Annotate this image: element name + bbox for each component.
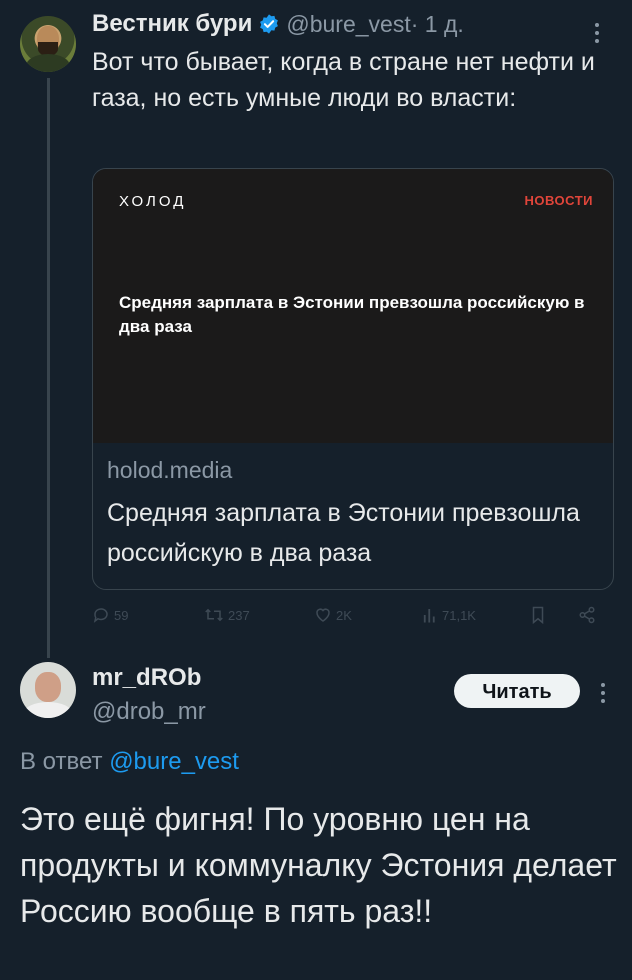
avatar-shirt	[24, 702, 72, 718]
retweet-icon	[205, 608, 223, 622]
tweet-header: Вестник бури @bure_vest · 1 д.	[92, 8, 464, 40]
views-action[interactable]: 71,1K	[422, 606, 476, 624]
card-image[interactable]: ХОЛОД НОВОСТИ Средняя зарплата в Эстонии…	[93, 169, 613, 443]
avatar-face	[35, 672, 61, 702]
card-domain: holod.media	[107, 457, 233, 483]
author-name[interactable]: Вестник бури	[92, 10, 252, 38]
retweet-action[interactable]: 237	[204, 606, 250, 624]
author-name[interactable]: mr_dROb	[92, 664, 201, 692]
card-title: Средняя зарплата в Эстонии превзошла рос…	[107, 499, 580, 567]
share-action[interactable]	[578, 606, 600, 624]
tweet-thread: Вестник бури @bure_vest · 1 д. Вот что б…	[0, 0, 632, 980]
tweet-time[interactable]: · 1 д.	[411, 11, 464, 38]
views-count: 71,1K	[442, 607, 476, 623]
thread-line	[47, 78, 50, 658]
avatar-body	[26, 54, 70, 72]
reply-action[interactable]: 59	[92, 606, 128, 624]
reply-icon	[93, 608, 108, 623]
reply-text: Это ещё фигня! По уровню цен на продукты…	[20, 801, 617, 929]
reply-context: В ответ @bure_vest	[20, 748, 239, 776]
author-handle[interactable]: @drob_mr	[92, 698, 206, 726]
card-image-headline: Средняя зарплата в Эстонии превзошла рос…	[119, 293, 585, 336]
more-options-icon[interactable]	[594, 22, 600, 44]
tweet-actions: 59 237 2K 71,1K	[92, 606, 612, 632]
bookmark-action[interactable]	[530, 606, 550, 624]
like-action[interactable]: 2K	[314, 606, 352, 624]
author-handle[interactable]: @bure_vest	[286, 11, 410, 38]
reply-mention-link[interactable]: @bure_vest	[109, 748, 239, 775]
card-section-label: НОВОСТИ	[524, 193, 593, 208]
heart-icon	[316, 608, 330, 622]
tweet-text: Вот что бывает, когда в стране нет нефти…	[92, 48, 595, 112]
like-count: 2K	[336, 607, 352, 623]
link-card[interactable]: ХОЛОД НОВОСТИ Средняя зарплата в Эстонии…	[92, 168, 614, 590]
reply-prefix: В ответ	[20, 748, 103, 775]
verified-badge-icon	[260, 14, 279, 34]
avatar[interactable]	[20, 16, 76, 72]
bookmark-icon	[532, 606, 544, 624]
retweet-count: 237	[228, 607, 250, 623]
more-options-icon[interactable]	[600, 682, 606, 704]
views-chart-icon	[423, 609, 435, 623]
avatar[interactable]	[20, 662, 76, 718]
follow-button[interactable]: Читать	[454, 674, 580, 708]
reply-count: 59	[114, 607, 129, 623]
share-icon	[579, 606, 595, 624]
card-brand: ХОЛОД	[119, 193, 187, 210]
